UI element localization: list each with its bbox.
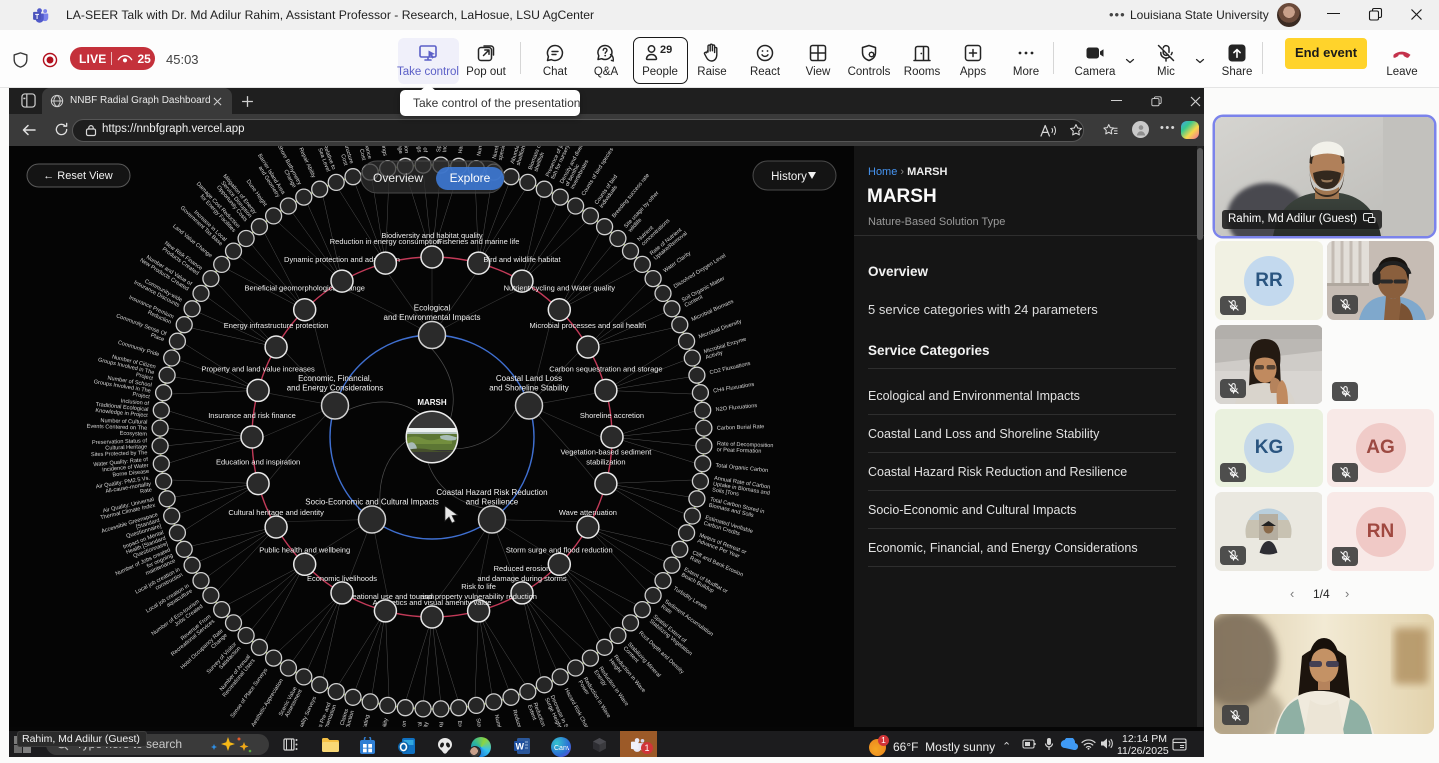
svg-text:StructuralVulnerability: StructuralVulnerability: [417, 721, 430, 727]
svg-text:Bird and wildlife habitat: Bird and wildlife habitat: [483, 255, 561, 264]
svg-text:Repair Cost Reduction: Repair Cost Reduction: [437, 722, 445, 727]
svg-text:History: History: [771, 171, 807, 183]
svg-text:Education and inspiration: Education and inspiration: [216, 458, 300, 467]
svg-text:← Reset View: ← Reset View: [43, 170, 113, 182]
svg-text:Survival Rate ofPlantings: Survival Rate ofPlantings: [414, 146, 427, 153]
svg-text:Socio-Economic and Cultural Im: Socio-Economic and Cultural Impacts: [305, 498, 438, 507]
svg-text:Carbon sequestration and stora: Carbon sequestration and storage: [549, 364, 662, 373]
svg-text:Species DiversityIndex: Species DiversityIndex: [436, 146, 449, 152]
svg-text:Storm surge and flood reductio: Storm surge and flood reduction: [506, 545, 613, 554]
svg-text:Economic, Financial,and Energy: Economic, Financial,and Energy Considera…: [287, 374, 384, 393]
svg-text:Wave attenuation: Wave attenuation: [559, 508, 617, 517]
svg-text:MARSH: MARSH: [417, 398, 447, 407]
svg-text:W: W: [516, 742, 525, 752]
svg-text:Reduction in energy consumptio: Reduction in energy consumption: [330, 237, 441, 246]
svg-text:Microbial processes and soil h: Microbial processes and soil health: [530, 321, 647, 330]
svg-text:Fisheries and marine life: Fisheries and marine life: [438, 237, 520, 246]
svg-text:Overview: Overview: [373, 171, 423, 185]
svg-text:Coastal Land Lossand Shoreline: Coastal Land Lossand Shoreline Stability: [489, 374, 569, 393]
svg-text:Insurance and risk finance: Insurance and risk finance: [208, 411, 296, 420]
svg-text:Explore: Explore: [450, 171, 491, 185]
svg-text:Energy infrastructure protecti: Energy infrastructure protection: [224, 321, 329, 330]
svg-text:Canva: Canva: [554, 745, 569, 752]
svg-text:Nutrient cycling and Water qua: Nutrient cycling and Water quality: [504, 284, 616, 293]
svg-text:Property and land value increa: Property and land value increases: [201, 364, 315, 373]
svg-text:Economic livelihoods: Economic livelihoods: [307, 574, 377, 583]
svg-text:Public health and wellbeing: Public health and wellbeing: [259, 545, 350, 554]
svg-text:Cultural heritage and identity: Cultural heritage and identity: [228, 508, 324, 517]
svg-text:29: 29: [660, 44, 672, 56]
svg-text:Shoreline accretion: Shoreline accretion: [580, 411, 644, 420]
